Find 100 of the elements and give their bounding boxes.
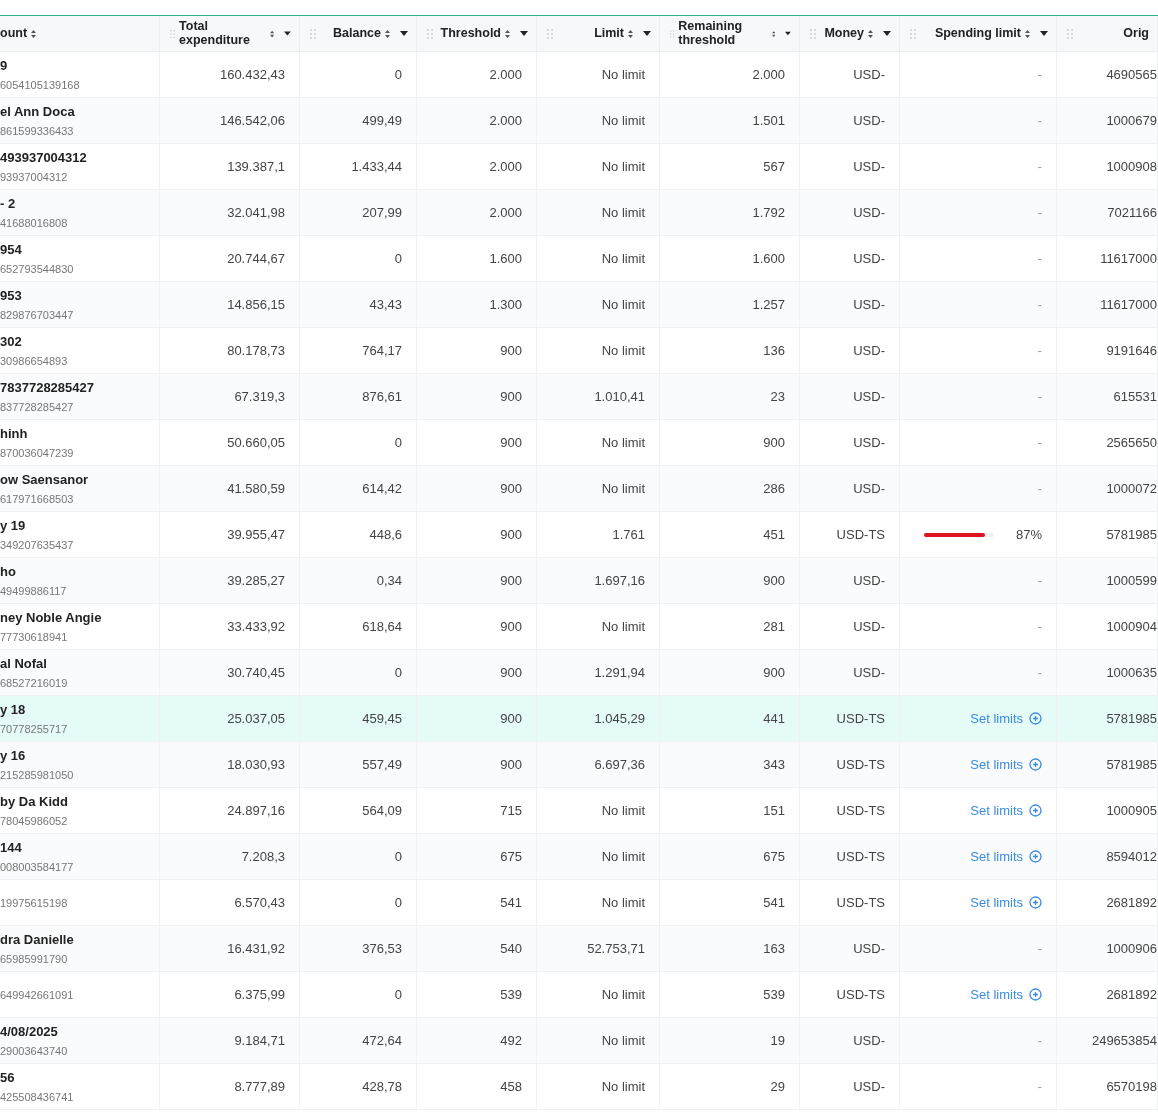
- drag-handle-icon[interactable]: [310, 28, 316, 39]
- column-header[interactable]: Spending limit: [934, 26, 1021, 41]
- drag-handle-icon[interactable]: [670, 28, 675, 39]
- column-header[interactable]: Money: [824, 26, 864, 41]
- table-row[interactable]: 302 30986654893 80.178,73 764,17 900 No limit 136 USD- - 9191646: [0, 328, 1158, 374]
- table-cell: 0: [394, 435, 402, 450]
- table-row[interactable]: dra Danielle 65985991790 16.431,92 376,53 540 52.753,71 163 USD- - 1000906: [0, 926, 1158, 972]
- account-name: al Nofal: [0, 656, 47, 671]
- sort-icon[interactable]: [1025, 29, 1030, 38]
- drag-handle-icon[interactable]: [910, 28, 916, 39]
- table-row[interactable]: - 2 41688016808 32.041,98 207,99 2.000 No limit 1.792 USD- - 7021166: [0, 190, 1158, 236]
- column-header[interactable]: Limit: [594, 26, 624, 41]
- sort-icon[interactable]: [628, 29, 633, 38]
- sort-icon[interactable]: [385, 29, 390, 38]
- column-header[interactable]: Total expenditure: [179, 20, 267, 47]
- drag-handle-icon[interactable]: [547, 28, 553, 39]
- caret-icon[interactable]: [643, 31, 651, 36]
- drag-handle-icon[interactable]: [810, 28, 816, 39]
- drag-handle-icon[interactable]: [427, 28, 433, 39]
- column-header[interactable]: Orig: [1123, 26, 1149, 41]
- account-name: el Ann Doca: [0, 104, 75, 119]
- table-cell: 541: [763, 895, 785, 910]
- table-row[interactable]: 493937004312 93937004312 139.387,1 1.433,44 2.000 No limit 567 USD- - 1000908: [0, 144, 1158, 190]
- sort-icon[interactable]: [505, 29, 510, 38]
- account-name: 4/08/2025: [0, 1024, 58, 1039]
- table-cell: 900: [500, 665, 522, 680]
- table-cell: 675: [763, 849, 785, 864]
- table-cell: 0: [394, 67, 402, 82]
- table-row[interactable]: by Da Kidd 78045986052 24.897,16 564,09 715 No limit 151 USD-TS Set limits 1000905: [0, 788, 1158, 834]
- table-cell: 876,61: [362, 389, 402, 404]
- table-row[interactable]: hinh 870036047239 50.660,05 0 900 No limit 900 USD- - 2565650: [0, 420, 1158, 466]
- table-cell: No limit: [601, 343, 645, 358]
- table-cell: USD-: [853, 1079, 885, 1094]
- column-header[interactable]: ount: [0, 26, 28, 41]
- table-cell: 39.285,27: [227, 573, 285, 588]
- caret-icon[interactable]: [284, 31, 291, 36]
- table-row[interactable]: 954 652793544830 20.744,67 0 1.600 No limit 1.600 USD- - 11617000: [0, 236, 1158, 282]
- empty-value: -: [1037, 573, 1042, 588]
- table-row[interactable]: 9 6054105139168 160.432,43 0 2.000 No limit 2.000 USD- - 4690565: [0, 52, 1158, 98]
- table-row[interactable]: el Ann Doca 861599336433 146.542,06 499,49 2.000 No limit 1.501 USD- - 1000679: [0, 98, 1158, 144]
- plus-circle-icon: [1029, 758, 1042, 771]
- sort-icon[interactable]: [771, 29, 776, 38]
- table-row[interactable]: 649942661091 6.375,99 0 539 No limit 539 USD-TS Set limits 2681892: [0, 972, 1158, 1018]
- drag-handle-icon[interactable]: [1067, 28, 1073, 39]
- drag-handle-icon[interactable]: [170, 28, 176, 39]
- account-name: ho: [0, 564, 16, 579]
- set-limits-link[interactable]: Set limits: [970, 803, 1042, 818]
- column-header[interactable]: Remaining threshold: [678, 20, 768, 47]
- account-id: 008003584177: [0, 861, 74, 873]
- table-cell: 33.433,92: [227, 619, 285, 634]
- table-cell: 900: [500, 481, 522, 496]
- caret-icon[interactable]: [400, 31, 408, 36]
- table-cell: 6570198: [1106, 1079, 1157, 1094]
- table-row[interactable]: ow Saensanor 617971668503 41.580,59 614,42 900 No limit 286 USD- - 1000072: [0, 466, 1158, 512]
- table-row[interactable]: ho 49499886117 39.285,27 0,34 900 1.697,16 900 USD- - 1000599: [0, 558, 1158, 604]
- account-name: 493937004312: [0, 150, 87, 165]
- table-row[interactable]: 4/08/2025 29003643740 9.184,71 472,64 492 No limit 19 USD- - 249653854: [0, 1018, 1158, 1064]
- table-row[interactable]: al Nofal 68527216019 30.740,45 0 900 1.291,94 900 USD- - 1000635: [0, 650, 1158, 696]
- set-limits-link[interactable]: Set limits: [970, 895, 1042, 910]
- table-cell: 1000908: [1106, 159, 1157, 174]
- table-cell: 16.431,92: [227, 941, 285, 956]
- table-cell: 900: [500, 527, 522, 542]
- account-id: 30986654893: [0, 355, 68, 367]
- account-id: 68527216019: [0, 677, 68, 689]
- table-cell: 2681892: [1106, 987, 1157, 1002]
- plus-circle-icon: [1029, 804, 1042, 817]
- table-row[interactable]: 19975615198 6.570,43 0 541 No limit 541 USD-TS Set limits 2681892: [0, 880, 1158, 926]
- column-header[interactable]: Balance: [333, 26, 381, 41]
- set-limits-link[interactable]: Set limits: [970, 757, 1042, 772]
- caret-icon[interactable]: [1040, 31, 1048, 36]
- table-cell: 2681892: [1106, 895, 1157, 910]
- caret-icon[interactable]: [785, 31, 791, 36]
- table-cell: 18.030,93: [227, 757, 285, 772]
- empty-value: -: [1037, 389, 1042, 404]
- sort-icon[interactable]: [31, 29, 37, 38]
- sort-icon[interactable]: [270, 29, 275, 38]
- table-cell: 50.660,05: [227, 435, 285, 450]
- table-cell: 540: [500, 941, 522, 956]
- table-cell: 8.777,89: [234, 1079, 285, 1094]
- table-row[interactable]: y 19 349207635437 39.955,47 448,6 900 1.761 451 USD-TS 87% 5781985: [0, 512, 1158, 558]
- table-row[interactable]: ney Noble Angie 77730618941 33.433,92 618,64 900 No limit 281 USD- - 1000904: [0, 604, 1158, 650]
- table-cell: USD-: [853, 251, 885, 266]
- table-cell: 67.319,3: [234, 389, 285, 404]
- table-row[interactable]: y 16 215285981050 18.030,93 557,49 900 6.697,36 343 USD-TS Set limits 5781985: [0, 742, 1158, 788]
- table-row[interactable]: 144 008003584177 7.208,3 0 675 No limit 675 USD-TS Set limits 8594012: [0, 834, 1158, 880]
- table-cell: 614,42: [362, 481, 402, 496]
- column-header[interactable]: Threshold: [440, 26, 501, 41]
- table-row[interactable]: 56 425508436741 8.777,89 428,78 458 No limit 29 USD- - 6570198: [0, 1064, 1158, 1110]
- caret-icon[interactable]: [883, 31, 891, 36]
- table-row[interactable]: 953 829876703447 14.856,15 43,43 1.300 No limit 1.257 USD- - 11617000: [0, 282, 1158, 328]
- account-name: dra Danielle: [0, 932, 74, 947]
- table-cell: No limit: [601, 251, 645, 266]
- table-row[interactable]: 7837728285427 837728285427 67.319,3 876,61 900 1.010,41 23 USD- - 615531: [0, 374, 1158, 420]
- set-limits-link[interactable]: Set limits: [970, 987, 1042, 1002]
- table-cell: 441: [763, 711, 785, 726]
- table-row[interactable]: y 18 70778255717 25.037,05 459,45 900 1.045,29 441 USD-TS Set limits 5781985: [0, 696, 1158, 742]
- table-cell: USD-: [853, 435, 885, 450]
- set-limits-link[interactable]: Set limits: [970, 849, 1042, 864]
- sort-icon[interactable]: [868, 29, 873, 38]
- caret-icon[interactable]: [520, 31, 528, 36]
